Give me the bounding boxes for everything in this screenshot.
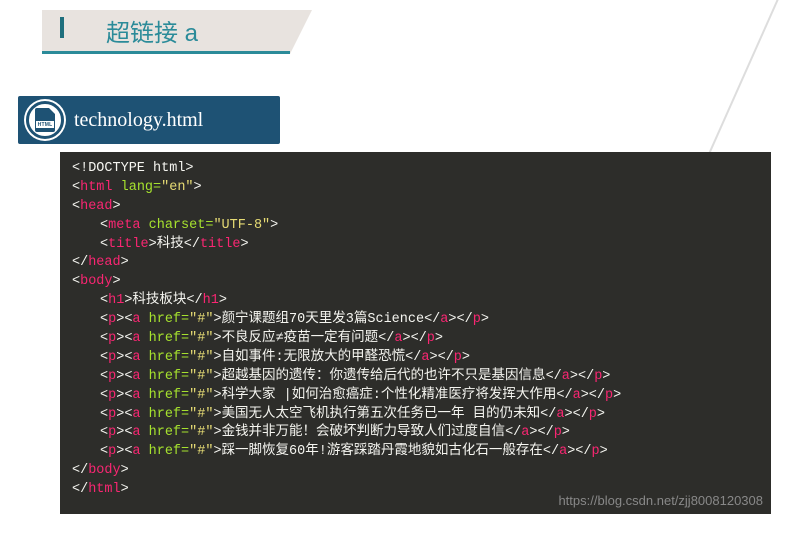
code-line: <p><a href="#">自如事件:无限放大的甲醛恐慌</a></p>: [72, 349, 759, 368]
code-line: <title>科技</title>: [72, 236, 759, 255]
code-line: <h1>科技板块</h1>: [72, 292, 759, 311]
file-name: technology.html: [74, 109, 203, 132]
title-shape: 超链接 a: [42, 10, 290, 54]
code-line: <p><a href="#">踩一脚恢复60年!游客踩踏丹霞地貌如古化石一般存在…: [72, 443, 759, 462]
code-line: </head>: [72, 254, 759, 273]
section-title: 超链接 a: [106, 13, 198, 48]
code-line: <meta charset="UTF-8">: [72, 217, 759, 236]
code-line: <!DOCTYPE html>: [72, 160, 759, 179]
code-line: <head>: [72, 198, 759, 217]
section-title-banner: 超链接 a: [42, 10, 789, 66]
code-line: <html lang="en">: [72, 179, 759, 198]
code-line: <p><a href="#">科学大家 |如何治愈癌症:个性化精准医疗将发挥大作…: [72, 387, 759, 406]
watermark: https://blog.csdn.net/zjj8008120308: [558, 492, 763, 510]
code-line: <body>: [72, 273, 759, 292]
code-line: <p><a href="#">超越基因的遗传：你遗传给后代的也许不只是基因信息<…: [72, 368, 759, 387]
code-line: <p><a href="#">颜宁课题组70天里发3篇Science</a></…: [72, 311, 759, 330]
laptop-icon: [60, 19, 92, 43]
html-icon-label: HTML: [36, 121, 54, 128]
code-line: <p><a href="#">不良反应≠疫苗一定有问题</a></p>: [72, 330, 759, 349]
html-file-icon: HTML: [26, 101, 64, 139]
file-banner: HTML technology.html: [18, 96, 280, 144]
code-line: <p><a href="#">美国无人太空飞机执行第五次任务已一年 目的仍未知<…: [72, 406, 759, 425]
code-line: </body>: [72, 462, 759, 481]
code-line: <p><a href="#">金钱并非万能！会破坏判断力导致人们过度自信</a>…: [72, 424, 759, 443]
code-block: <!DOCTYPE html> <html lang="en"> <head> …: [60, 152, 771, 514]
